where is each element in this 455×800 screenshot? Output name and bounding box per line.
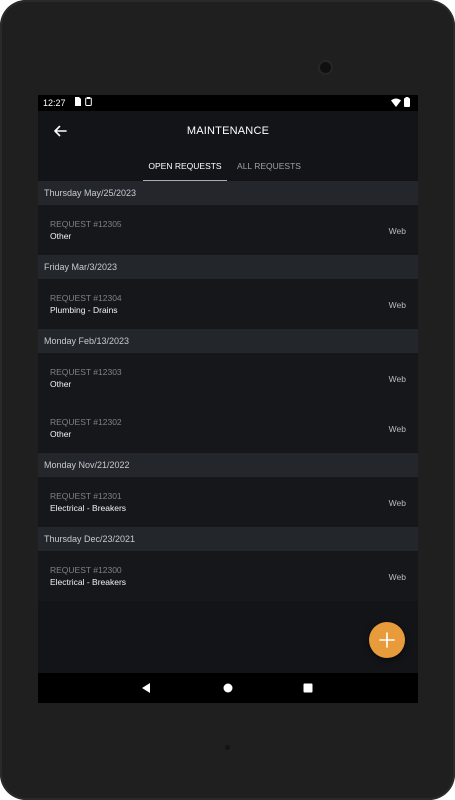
date-header: Friday Mar/3/2023 — [38, 255, 418, 279]
nav-home-icon[interactable] — [221, 681, 235, 695]
battery-icon — [404, 97, 410, 107]
request-row[interactable]: REQUEST #12304 Plumbing - Drains Web — [38, 279, 418, 329]
notification-icons — [74, 97, 92, 106]
request-id: REQUEST #12301 — [50, 491, 122, 501]
request-id: REQUEST #12302 — [50, 417, 122, 427]
date-header: Monday Feb/13/2023 — [38, 329, 418, 353]
request-id: REQUEST #12300 — [50, 565, 122, 575]
wifi-icon — [391, 98, 401, 107]
request-category: Other — [50, 379, 72, 389]
request-list: Thursday May/25/2023 REQUEST #12305 Othe… — [38, 181, 418, 601]
request-source: Web — [388, 424, 406, 434]
request-source: Web — [388, 572, 406, 582]
request-id: REQUEST #12303 — [50, 367, 122, 377]
tab-bar: OPEN REQUESTS ALL REQUESTS — [38, 153, 418, 181]
page-title: MAINTENANCE — [186, 125, 270, 137]
front-camera — [320, 62, 331, 73]
request-row[interactable]: REQUEST #12300 Electrical - Breakers Web — [38, 551, 418, 601]
request-row[interactable]: REQUEST #12301 Electrical - Breakers Web — [38, 477, 418, 527]
date-header: Thursday May/25/2023 — [38, 181, 418, 205]
tab-all-requests[interactable]: ALL REQUESTS — [232, 153, 306, 181]
request-row[interactable]: REQUEST #12305 Other Web — [38, 205, 418, 255]
request-row[interactable]: REQUEST #12302 Other Web — [38, 403, 418, 453]
request-category: Plumbing - Drains — [50, 305, 118, 315]
request-row[interactable]: REQUEST #12303 Other Web — [38, 353, 418, 403]
app-bar: MAINTENANCE — [38, 111, 418, 151]
request-category: Other — [50, 429, 72, 439]
request-source: Web — [388, 498, 406, 508]
system-icons — [391, 97, 410, 107]
request-source: Web — [388, 226, 406, 236]
add-request-button[interactable] — [369, 622, 405, 658]
screen: 12:27 MAINTENANCE OPEN REQUESTS ALL REQU… — [38, 95, 418, 703]
request-source: Web — [388, 374, 406, 384]
system-nav-bar — [38, 673, 418, 703]
request-id: REQUEST #12305 — [50, 219, 122, 229]
sensor-dot — [225, 745, 230, 750]
status-bar: 12:27 — [38, 95, 418, 111]
request-source: Web — [388, 300, 406, 310]
sim-card-icon — [75, 97, 81, 106]
tab-open-requests[interactable]: OPEN REQUESTS — [143, 153, 227, 181]
request-category: Electrical - Breakers — [50, 577, 127, 587]
request-id: REQUEST #12304 — [50, 293, 122, 303]
plus-icon — [379, 632, 395, 648]
status-time: 12:27 — [43, 98, 66, 108]
date-header: Monday Nov/21/2022 — [38, 453, 418, 477]
date-header: Thursday Dec/23/2021 — [38, 527, 418, 551]
nav-back-icon[interactable] — [139, 681, 153, 695]
request-category: Electrical - Breakers — [50, 503, 127, 513]
request-category: Other — [50, 231, 72, 241]
clipboard-icon — [85, 97, 92, 106]
nav-recents-icon[interactable] — [301, 681, 315, 695]
tablet-frame: 12:27 MAINTENANCE OPEN REQUESTS ALL REQU… — [0, 0, 455, 800]
